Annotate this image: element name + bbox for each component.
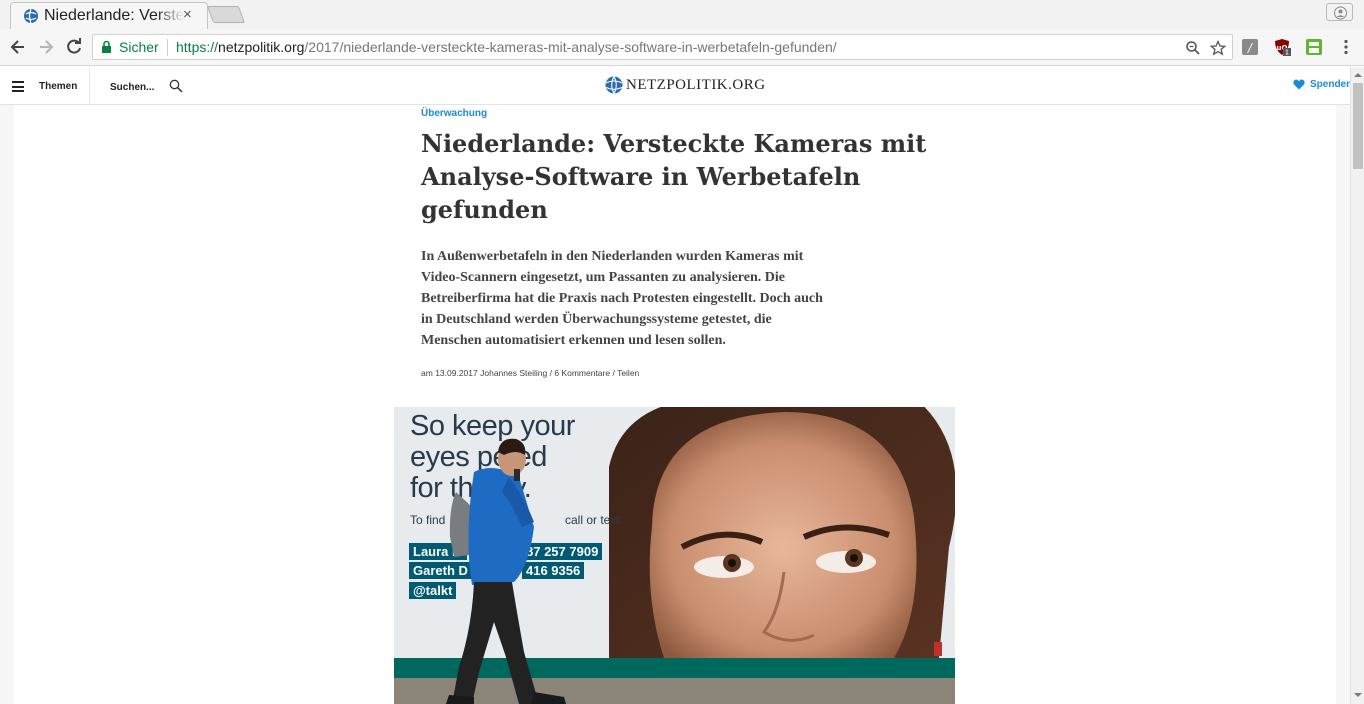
- globe-logo-icon: [605, 76, 623, 94]
- meta-author[interactable]: Johannes Steiling: [480, 368, 547, 378]
- search-icon[interactable]: [169, 79, 183, 93]
- hamburger-menu-icon[interactable]: [12, 81, 24, 92]
- chrome-menu-icon[interactable]: [1337, 38, 1355, 56]
- themen-menu-link[interactable]: Themen: [39, 81, 77, 92]
- header-divider: [89, 67, 90, 105]
- article-category-link[interactable]: Überwachung: [421, 108, 487, 119]
- meta-date: 13.09.2017: [435, 368, 478, 378]
- meta-separator: /: [549, 368, 552, 378]
- article-meta: am 13.09.2017 Johannes Steiling / 6 Komm…: [421, 368, 639, 378]
- tab-strip: Niederlande: Versteckte Kameras mit Anal…: [0, 0, 1364, 29]
- address-bar[interactable]: Sicher https://netzpolitik.org/2017/nied…: [92, 34, 1233, 60]
- reload-icon[interactable]: [64, 37, 84, 57]
- donate-label: Spenden: [1310, 79, 1353, 90]
- zoom-icon[interactable]: [1185, 40, 1201, 56]
- scroll-up-arrow-icon[interactable]: [1351, 69, 1364, 81]
- search-input[interactable]: Suchen...: [110, 82, 154, 93]
- logo-text: NETZPOLITIK.ORG: [626, 76, 766, 93]
- browser-tab-active[interactable]: Niederlande: Versteckte Kameras mit Anal…: [10, 2, 208, 29]
- site-header: Themen Suchen... NETZPOLITIK.ORG Spenden: [0, 67, 1352, 105]
- meta-comments-link[interactable]: 6 Kommentare: [554, 368, 610, 378]
- lock-icon: [102, 40, 111, 53]
- article-headline: Niederlande: Versteckte Kameras mit Anal…: [421, 129, 927, 224]
- pedestrian-illustration: [446, 438, 566, 704]
- bookmark-star-icon[interactable]: [1210, 40, 1226, 56]
- url-scheme: https://: [176, 39, 219, 55]
- print-extension-icon[interactable]: [1305, 38, 1323, 56]
- profile-button[interactable]: [1326, 3, 1353, 21]
- extension-badge: 1: [1285, 49, 1289, 57]
- new-tab-button[interactable]: [206, 6, 246, 23]
- ublock-icon[interactable]: uO 1: [1273, 38, 1291, 56]
- scroll-down-arrow-icon[interactable]: [1351, 689, 1364, 701]
- tab-close-icon[interactable]: ×: [183, 6, 192, 23]
- donate-link[interactable]: Spenden: [1293, 79, 1352, 90]
- forward-arrow-icon[interactable]: [36, 37, 56, 57]
- heart-icon: [1293, 79, 1305, 90]
- omnibox-divider: [167, 39, 168, 56]
- tab-title: Niederlande: Versteckte Kameras mit Anal…: [44, 7, 184, 24]
- page-scrollbar[interactable]: [1350, 67, 1364, 704]
- browser-toolbar: Sicher https://netzpolitik.org/2017/nied…: [0, 29, 1364, 66]
- meta-separator: /: [612, 368, 615, 378]
- secure-label[interactable]: Sicher: [119, 39, 159, 55]
- scrollbar-thumb[interactable]: [1353, 83, 1363, 169]
- url-text[interactable]: https://netzpolitik.org/2017/niederlande…: [176, 39, 837, 55]
- site-logo[interactable]: NETZPOLITIK.ORG: [605, 76, 766, 94]
- netzpolitik-favicon-icon: [24, 8, 38, 24]
- url-host: netzpolitik.org: [218, 39, 305, 55]
- script-extension-icon[interactable]: /: [1241, 38, 1259, 56]
- back-arrow-icon[interactable]: [8, 37, 28, 57]
- meta-share-link[interactable]: Teilen: [617, 368, 639, 378]
- article-teaser: In Außenwerbetafeln in den Niederlanden …: [421, 249, 823, 348]
- article-hero-image: So keep your eyes pe ed for th day. To fin…: [394, 407, 955, 704]
- url-path: /2017/niederlande-versteckte-kameras-mit…: [304, 39, 837, 55]
- meta-prefix: am: [421, 368, 433, 378]
- person-icon: [1334, 6, 1347, 20]
